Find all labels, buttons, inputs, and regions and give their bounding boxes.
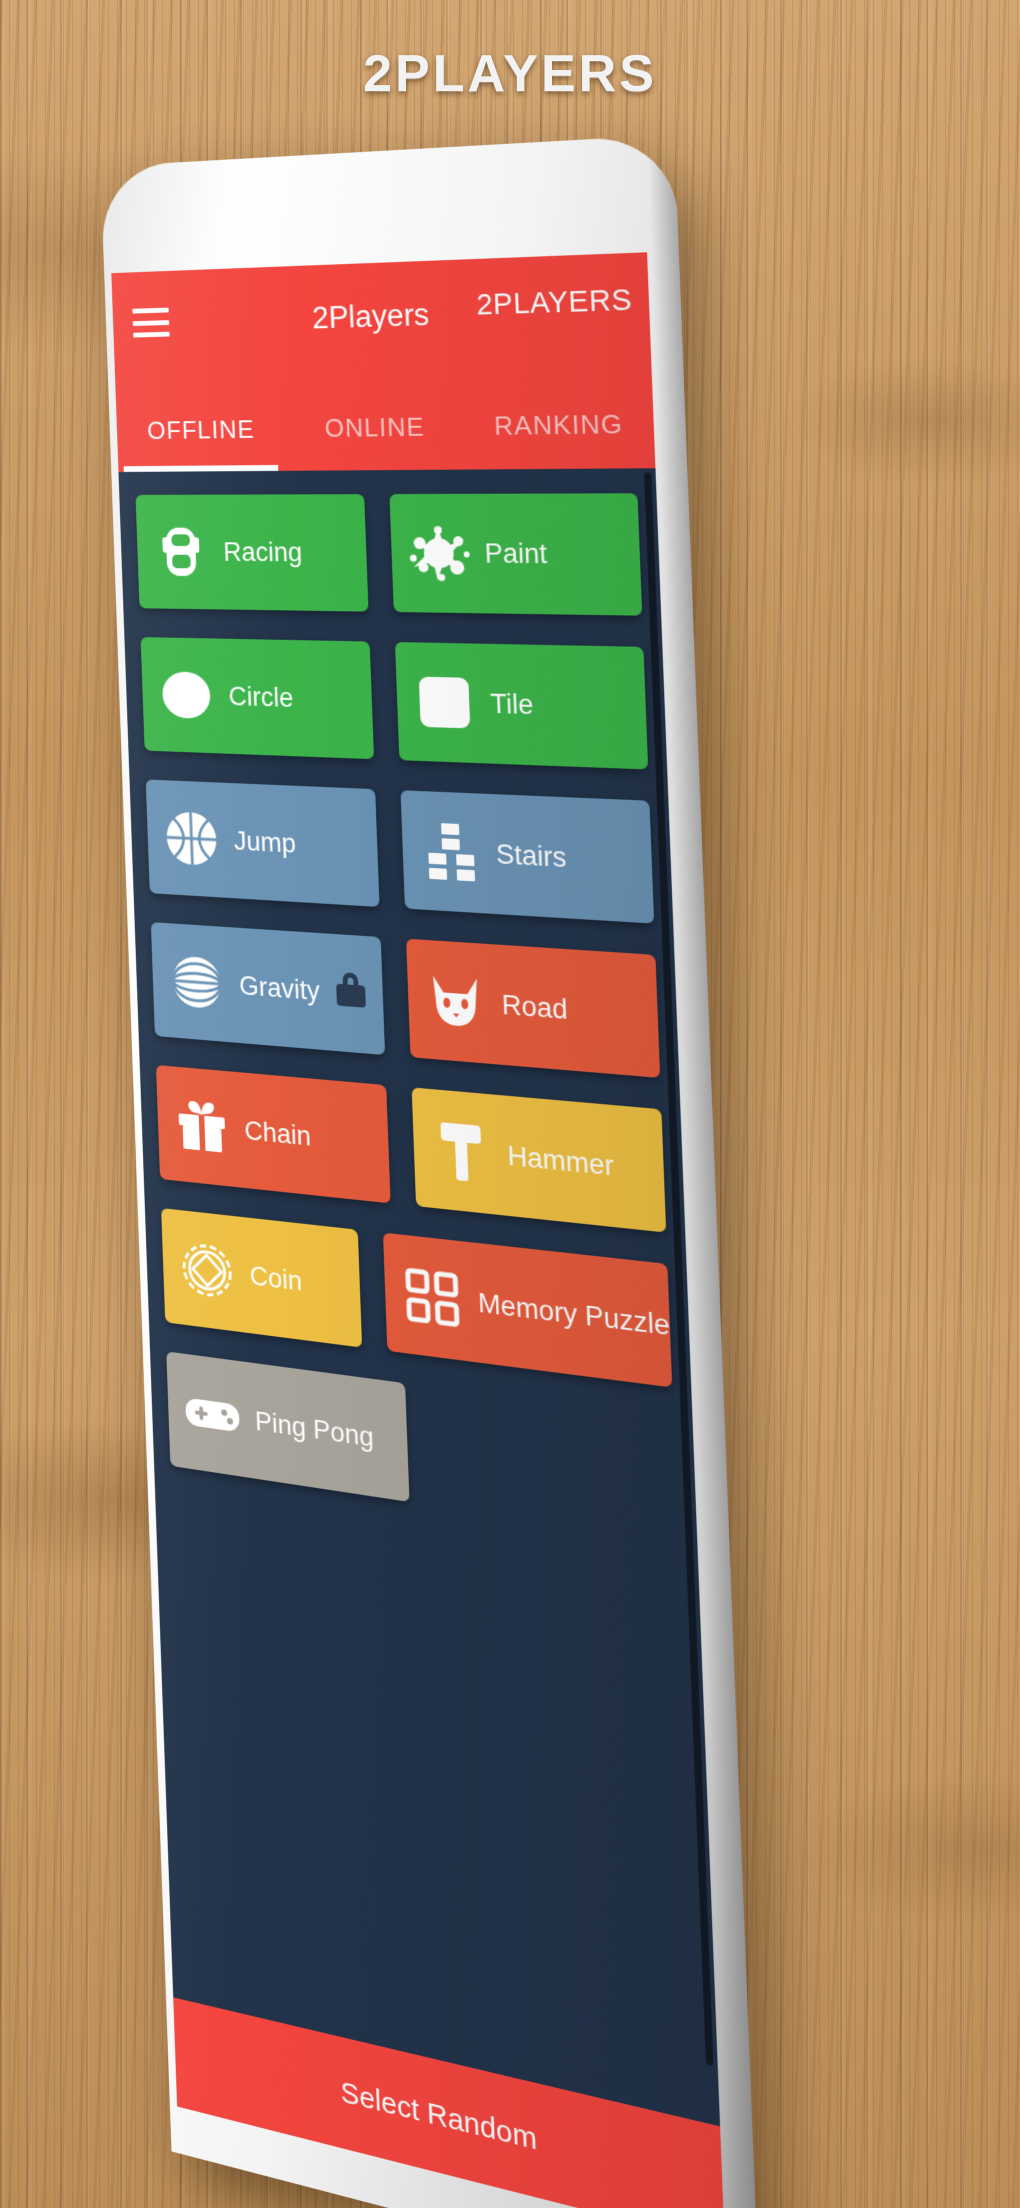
- game-label: Circle: [228, 681, 294, 713]
- row-spacer: [431, 1387, 679, 1543]
- game-label: Memory Puzzle: [477, 1287, 671, 1341]
- game-row: Ping Pong: [166, 1351, 678, 1542]
- coin-icon: [177, 1236, 238, 1305]
- tab-bar: OFFLINE ONLINE RANKING: [115, 378, 656, 472]
- game-label: Ping Pong: [254, 1405, 375, 1453]
- tab-offline[interactable]: OFFLINE: [116, 413, 286, 445]
- game-label: Jump: [233, 825, 297, 859]
- game-card-memory-puzzle[interactable]: Memory Puzzle: [382, 1232, 673, 1388]
- game-label: Racing: [222, 536, 303, 567]
- app-brand: 2PLAYERS: [475, 283, 633, 322]
- phone-body: 2Players 2PLAYERS OFFLINE ONLINE RANKING: [100, 134, 760, 2208]
- game-list: Racing Paint Circle Tile Jump Stairs Gra…: [118, 468, 725, 2208]
- game-card-paint[interactable]: Paint: [389, 493, 643, 616]
- game-row: Circle Tile: [140, 637, 649, 770]
- gift-icon: [171, 1092, 232, 1160]
- cat-icon: [423, 967, 489, 1036]
- select-random-label: Select Random: [340, 2075, 538, 2157]
- tab-ranking[interactable]: RANKING: [464, 407, 654, 441]
- game-row: Gravity Road: [150, 922, 661, 1078]
- game-label: Chain: [243, 1115, 312, 1152]
- car-icon: [151, 521, 212, 583]
- game-label: Stairs: [495, 838, 567, 873]
- app-bar: 2Players 2PLAYERS: [111, 252, 652, 390]
- game-card-tile[interactable]: Tile: [394, 642, 649, 770]
- game-row: Racing Paint: [135, 493, 643, 616]
- square-icon: [412, 669, 478, 735]
- gamepad-icon: [182, 1380, 243, 1451]
- game-label: Road: [501, 989, 569, 1025]
- basketball-icon: [161, 806, 222, 871]
- game-row: Chain Hammer: [155, 1064, 667, 1233]
- stairs-icon: [417, 818, 483, 886]
- game-card-coin[interactable]: Coin: [161, 1208, 363, 1348]
- game-label: Tile: [489, 687, 534, 720]
- phone-mockup: 2Players 2PLAYERS OFFLINE ONLINE RANKING: [100, 134, 760, 2208]
- game-label: Coin: [249, 1260, 303, 1297]
- game-label: Hammer: [506, 1139, 615, 1182]
- splatter-icon: [406, 521, 472, 586]
- hammer-icon: [428, 1116, 494, 1187]
- phone-screen: 2Players 2PLAYERS OFFLINE ONLINE RANKING: [111, 252, 725, 2208]
- game-card-circle[interactable]: Circle: [140, 637, 375, 760]
- game-card-racing[interactable]: Racing: [135, 494, 369, 612]
- circle-icon: [156, 663, 217, 727]
- game-row: Jump Stairs: [145, 779, 655, 924]
- game-label: Paint: [484, 537, 548, 569]
- planet-icon: [166, 949, 227, 1016]
- page-title: 2PLAYERS: [363, 45, 657, 103]
- lock-icon: [336, 972, 366, 1008]
- game-card-hammer[interactable]: Hammer: [411, 1087, 667, 1233]
- game-label: Gravity: [238, 970, 321, 1006]
- game-card-jump[interactable]: Jump: [145, 779, 380, 908]
- tab-online[interactable]: ONLINE: [286, 410, 466, 443]
- game-card-ping-pong[interactable]: Ping Pong: [166, 1351, 410, 1503]
- game-card-gravity[interactable]: Gravity: [150, 922, 386, 1056]
- game-card-stairs[interactable]: Stairs: [400, 790, 655, 924]
- game-card-chain[interactable]: Chain: [155, 1064, 391, 1204]
- game-card-road[interactable]: Road: [406, 938, 661, 1078]
- grid-icon: [400, 1261, 466, 1333]
